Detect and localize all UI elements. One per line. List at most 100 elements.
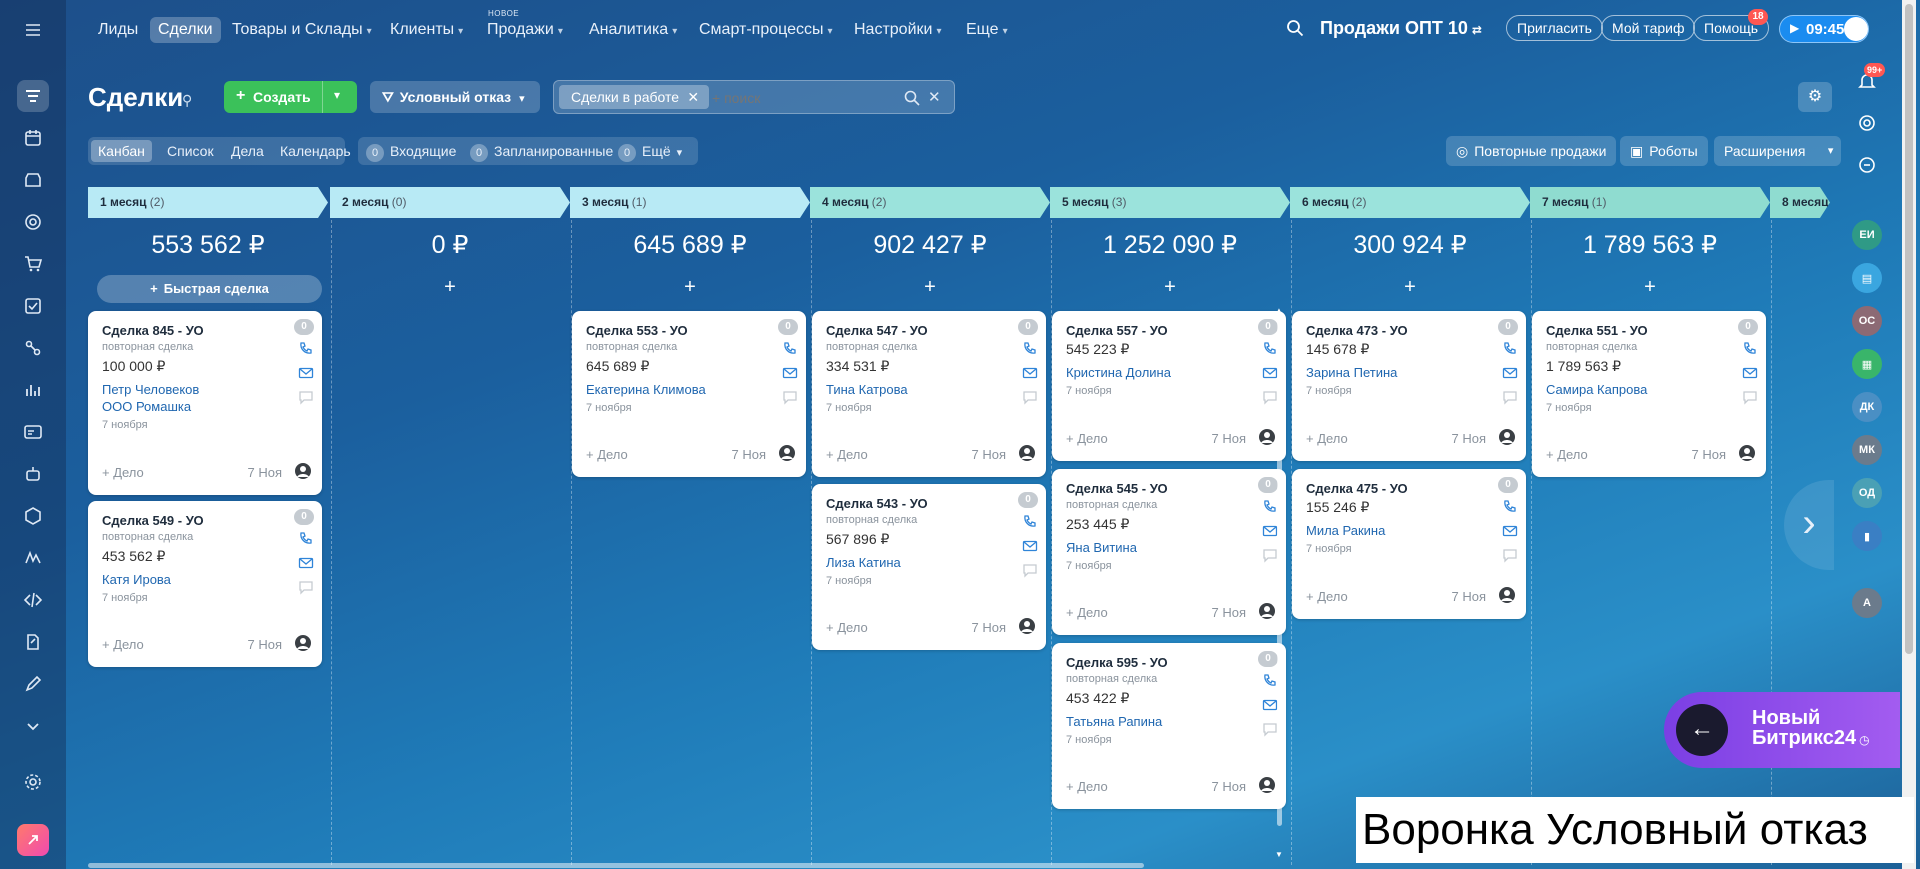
contact-card-icon[interactable] xyxy=(17,416,49,448)
pin-icon[interactable]: ⚲ xyxy=(182,92,192,109)
deal-contact-link[interactable]: Самира Капрова xyxy=(1546,382,1647,397)
chevron-down-icon[interactable]: ▾ xyxy=(334,88,340,102)
deal-contact-link[interactable]: Мила Ракина xyxy=(1306,523,1385,538)
page-scrollbar-thumb[interactable] xyxy=(1905,4,1913,654)
deal-title[interactable]: Сделка 475 - УО xyxy=(1306,481,1408,496)
user-avatar-icon[interactable] xyxy=(1258,776,1276,794)
column-header[interactable]: 6 месяц (2) xyxy=(1290,187,1530,218)
settings-gear-icon[interactable] xyxy=(17,766,49,798)
deal-card[interactable]: Сделка 595 - УО 0 повторная сделка 453 422 … xyxy=(1052,643,1286,809)
tab-calendar[interactable]: Календарь xyxy=(273,140,358,162)
add-activity-link[interactable]: + Дело xyxy=(102,637,144,652)
avatar[interactable]: ОД xyxy=(1852,478,1882,508)
deal-contact-link[interactable]: Лиза Катина xyxy=(826,555,901,570)
nav-sales[interactable]: Продажи ▾ xyxy=(479,17,571,43)
scroll-down-icon[interactable]: ▼ xyxy=(1275,850,1283,859)
deal-card[interactable]: Сделка 845 - УО 0 повторная сделка 100 000 … xyxy=(88,311,322,495)
funnel-select-button[interactable]: ⛛ Условный отказ ▾ xyxy=(370,81,540,113)
robot-icon[interactable] xyxy=(17,458,49,490)
mail-icon[interactable] xyxy=(1262,523,1278,539)
user-avatar-icon[interactable] xyxy=(1498,586,1516,604)
chat-icon[interactable] xyxy=(1262,389,1278,405)
portal-name[interactable]: Продажи ОПТ 10 ⇄ xyxy=(1320,18,1482,39)
mail-icon[interactable] xyxy=(1502,523,1518,539)
add-activity-link[interactable]: + Дело xyxy=(1546,447,1588,462)
user-avatar-icon[interactable] xyxy=(778,444,796,462)
add-deal-plus-icon[interactable]: + xyxy=(1530,276,1770,299)
add-activity-link[interactable]: + Дело xyxy=(1066,431,1108,446)
deal-contact-link[interactable]: Зарина Петина xyxy=(1306,365,1397,380)
board-horizontal-scrollbar[interactable] xyxy=(88,863,1144,868)
user-avatar-icon[interactable] xyxy=(294,462,312,480)
mail-icon[interactable] xyxy=(1022,365,1038,381)
chevron-down-icon[interactable] xyxy=(17,710,49,742)
crm-funnel-icon[interactable] xyxy=(17,80,49,112)
phone-icon[interactable] xyxy=(298,531,314,547)
add-deal-plus-icon[interactable]: + xyxy=(1290,276,1530,299)
deal-card[interactable]: Сделка 551 - УО 0 повторная сделка 1 789 56… xyxy=(1532,311,1766,477)
deal-title[interactable]: Сделка 557 - УО xyxy=(1066,323,1168,338)
close-icon[interactable]: ✕ xyxy=(687,85,699,109)
chat-icon[interactable] xyxy=(1502,547,1518,563)
store-icon[interactable] xyxy=(17,164,49,196)
user-avatar-icon[interactable] xyxy=(1498,428,1516,446)
menu-icon[interactable] xyxy=(17,14,49,46)
add-deal-plus-icon[interactable]: + xyxy=(1050,276,1290,299)
mail-icon[interactable] xyxy=(1262,697,1278,713)
new-bitrix-promo[interactable]: ← Новый Битрикс24 ◷ xyxy=(1664,692,1900,768)
nav-smart-processes[interactable]: Смарт-процессы ▾ xyxy=(691,17,841,43)
user-avatar-icon[interactable] xyxy=(1258,602,1276,620)
user-avatar-icon[interactable] xyxy=(1738,444,1756,462)
mail-icon[interactable] xyxy=(298,555,314,571)
avatar[interactable]: ОС xyxy=(1852,306,1882,336)
deal-contact-link[interactable]: Тина Катрова xyxy=(826,382,908,397)
column-header[interactable]: 2 месяц (0) xyxy=(330,187,570,218)
column-header[interactable]: 1 месяц (2) xyxy=(88,187,328,218)
mail-icon[interactable] xyxy=(782,365,798,381)
automation-icon[interactable] xyxy=(17,332,49,364)
deal-contact-link[interactable]: Екатерина Климова xyxy=(586,382,706,397)
deal-title[interactable]: Сделка 549 - УО xyxy=(102,513,204,528)
phone-icon[interactable] xyxy=(298,341,314,357)
add-activity-link[interactable]: + Дело xyxy=(586,447,628,462)
cart-icon[interactable] xyxy=(17,248,49,280)
deal-contact-link[interactable]: Яна Витина xyxy=(1066,540,1137,555)
time-tracker-button[interactable]: ▶ 09:45 xyxy=(1779,15,1869,43)
rocket-icon[interactable] xyxy=(17,824,49,856)
deal-card[interactable]: Сделка 475 - УО 0 155 246 ₽ Мила Ракина 7 но… xyxy=(1292,469,1526,619)
bookmark-icon[interactable]: ▮ xyxy=(1852,521,1882,551)
pen-icon[interactable] xyxy=(17,668,49,700)
add-deal-plus-icon[interactable]: + xyxy=(330,276,570,299)
add-activity-link[interactable]: + Дело xyxy=(1066,605,1108,620)
deal-contact-link[interactable]: Татьяна Рапина xyxy=(1066,714,1162,729)
phone-icon[interactable] xyxy=(1262,341,1278,357)
nav-more[interactable]: Еще ▾ xyxy=(958,17,1016,43)
tariff-button[interactable]: Мой тариф xyxy=(1601,15,1696,41)
mail-icon[interactable] xyxy=(1022,538,1038,554)
avatar[interactable]: ДК xyxy=(1852,392,1882,422)
chat-icon[interactable] xyxy=(782,389,798,405)
deal-title[interactable]: Сделка 543 - УО xyxy=(826,496,928,511)
deal-contact-link[interactable]: Кристина Долина xyxy=(1066,365,1171,380)
search-filter-box[interactable]: Сделки в работе ✕ ✕ xyxy=(553,80,955,114)
chat-icon[interactable] xyxy=(298,389,314,405)
user-avatar-icon[interactable] xyxy=(1258,428,1276,446)
nav-analytics[interactable]: Аналитика ▾ xyxy=(581,17,685,43)
chat-icon[interactable] xyxy=(1262,721,1278,737)
copilot-icon[interactable] xyxy=(1852,108,1882,138)
avatar[interactable]: ЕИ xyxy=(1852,220,1882,250)
phone-icon[interactable] xyxy=(1502,341,1518,357)
column-scrollbar[interactable] xyxy=(1277,316,1282,826)
deal-card[interactable]: Сделка 547 - УО 0 повторная сделка 334 531 … xyxy=(812,311,1046,477)
deal-title[interactable]: Сделка 551 - УО xyxy=(1546,323,1648,338)
chat-icon[interactable] xyxy=(1022,562,1038,578)
repeat-sales-button[interactable]: ◎ Повторные продажи xyxy=(1446,136,1617,166)
nav-products[interactable]: Товары и Склады ▾ xyxy=(224,17,380,43)
phone-icon[interactable] xyxy=(1502,499,1518,515)
deal-contact-link[interactable]: Петр Человеков xyxy=(102,382,199,397)
column-header[interactable]: 4 месяц (2) xyxy=(810,187,1050,218)
extensions-button[interactable]: Расширения ▾ xyxy=(1714,136,1842,166)
add-activity-link[interactable]: + Дело xyxy=(826,447,868,462)
calendar-icon[interactable] xyxy=(17,122,49,154)
deal-title[interactable]: Сделка 545 - УО xyxy=(1066,481,1168,496)
